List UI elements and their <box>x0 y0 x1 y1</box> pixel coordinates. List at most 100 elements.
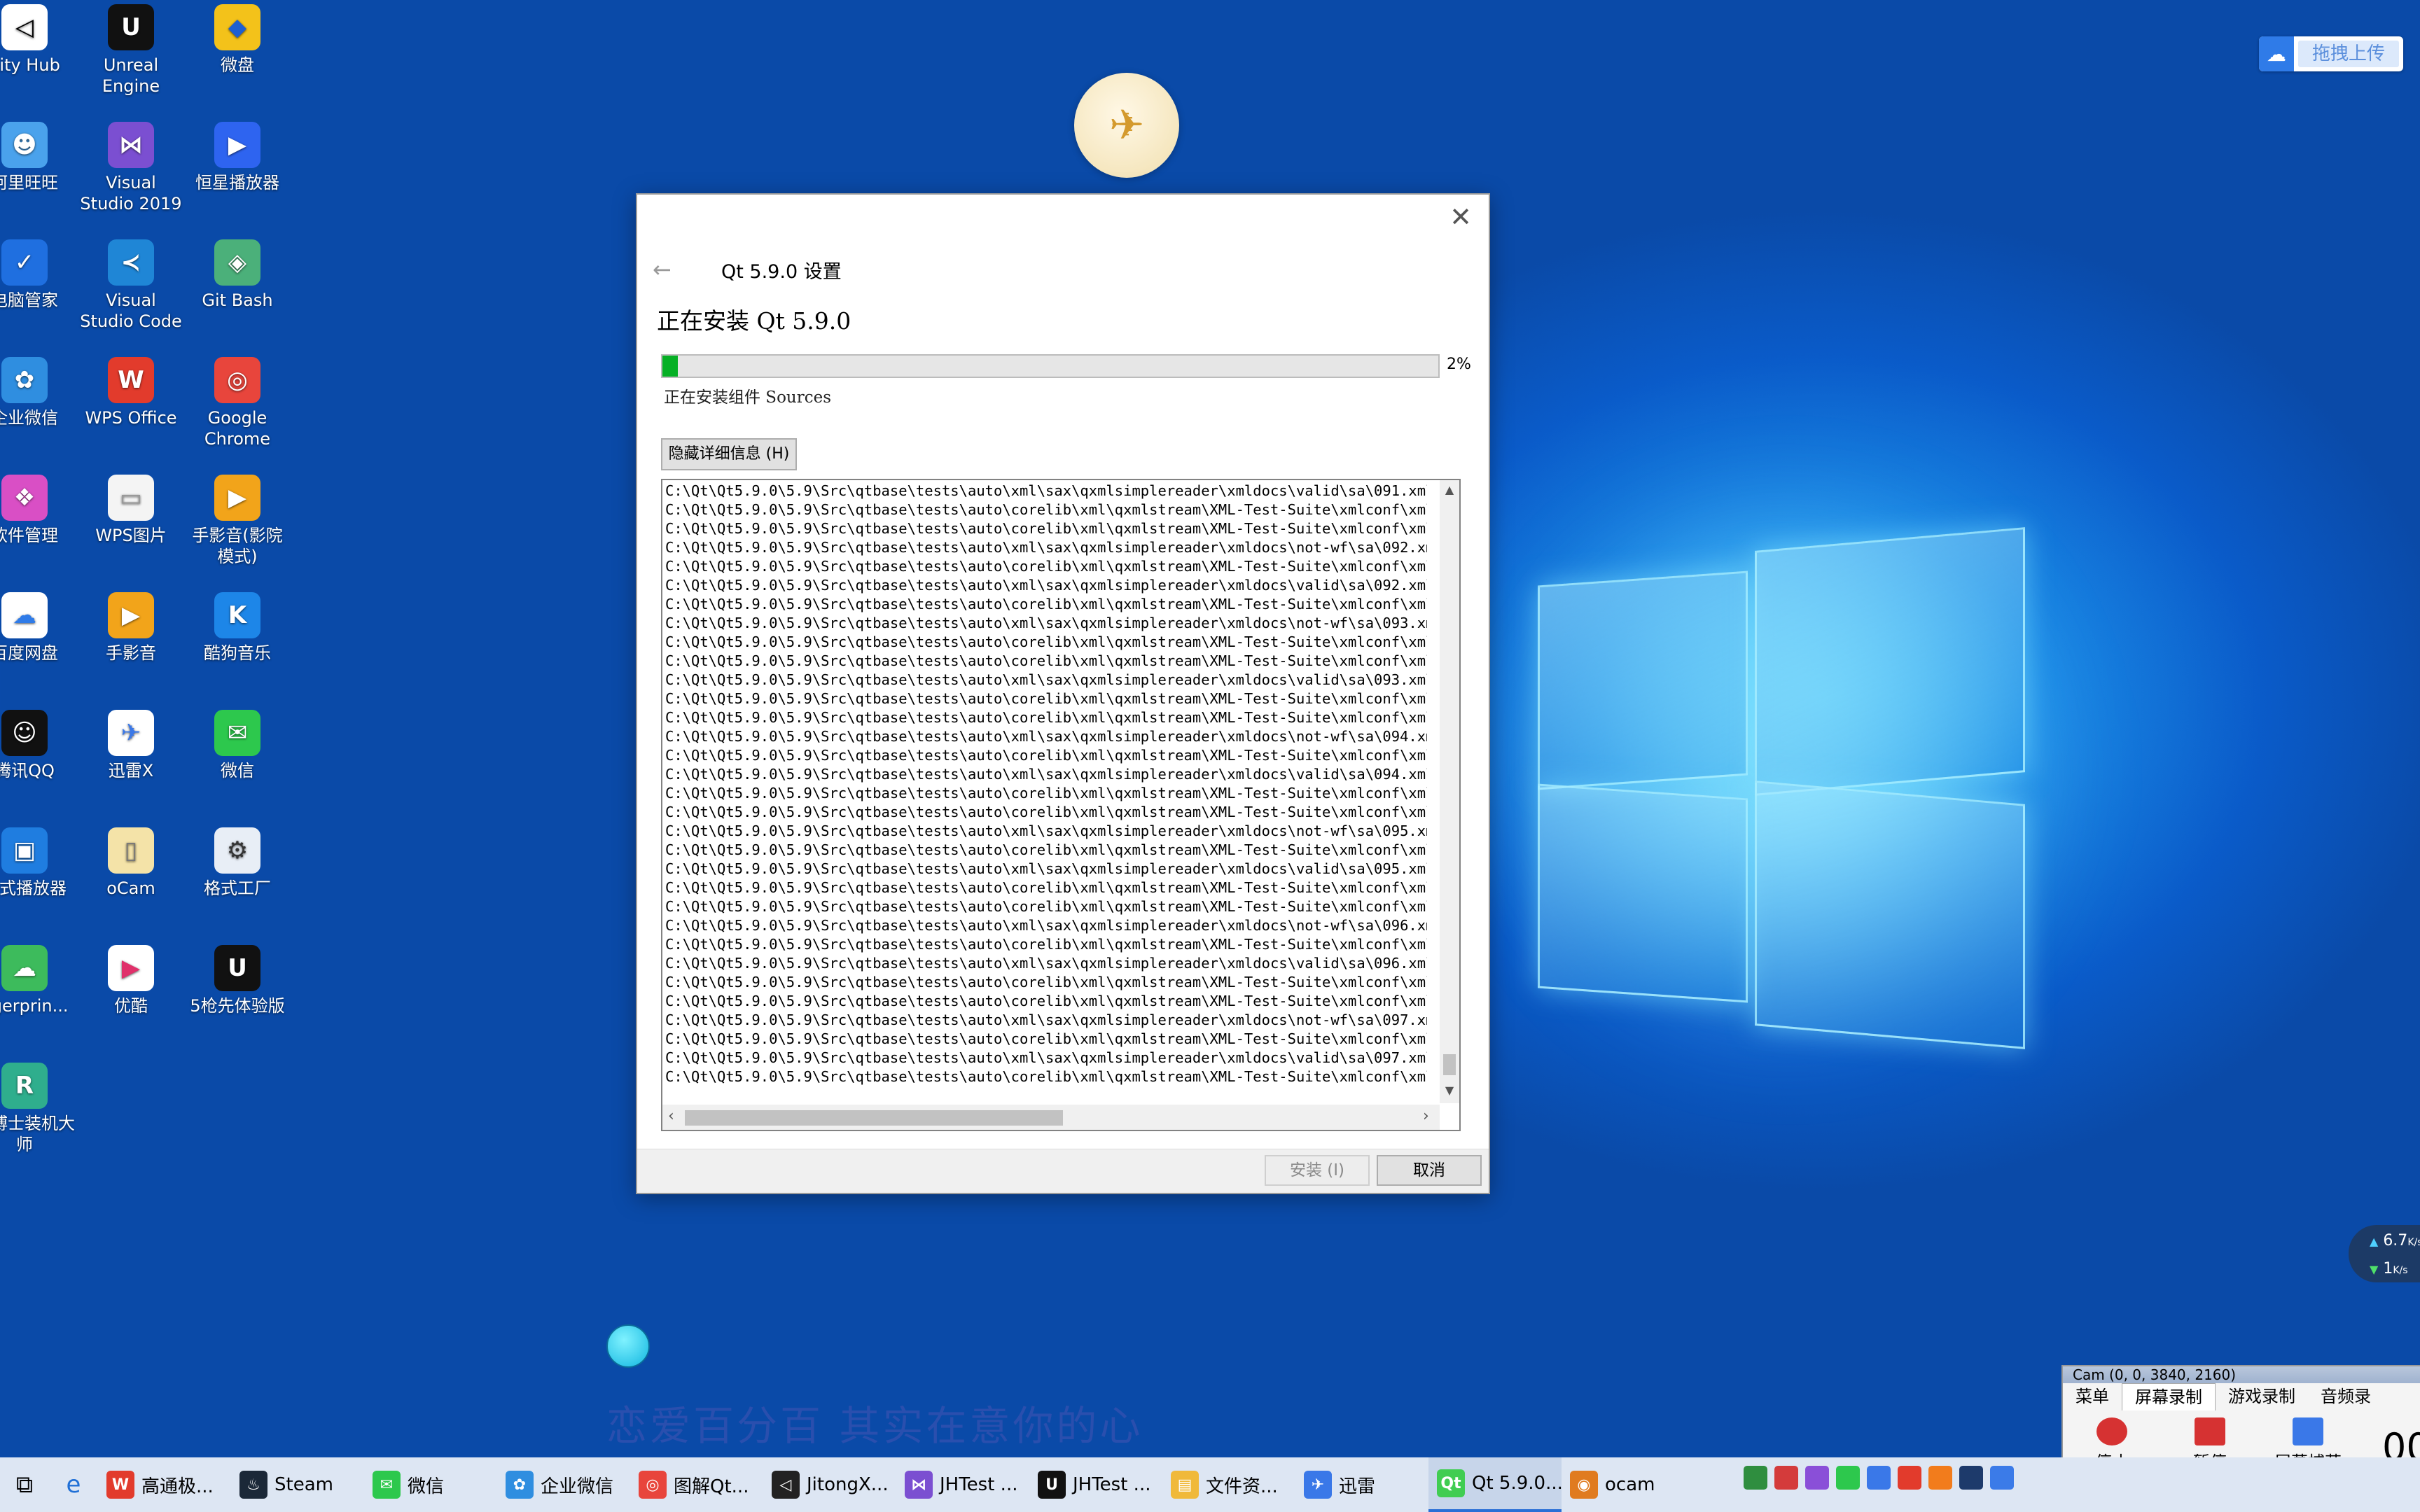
desktop-icon[interactable]: ▶ 手影音 <box>78 592 183 664</box>
horizontal-scrollbar[interactable]: ‹ › <box>662 1105 1440 1130</box>
ocam-icon: ▯ <box>108 827 154 874</box>
log-line: C:\Qt\Qt5.9.0\5.9\Src\qtbase\tests\auto\… <box>665 785 1427 802</box>
desktop-icon[interactable]: ▶ 手影音(影院模式) <box>185 475 290 567</box>
taskbar-button[interactable]: ✿ 企业微信 <box>497 1457 630 1512</box>
tray-icon[interactable] <box>1928 1466 1952 1490</box>
scrollbar-thumb[interactable] <box>1443 1054 1456 1075</box>
upload-label: 拖拽上传 <box>2298 41 2399 67</box>
desktop-icon[interactable]: ▭ WPS图片 <box>78 475 183 546</box>
log-line: C:\Qt\Qt5.9.0\5.9\Src\qtbase\tests\auto\… <box>665 539 1427 556</box>
desktop-icon-label: 格式工厂 <box>204 878 271 898</box>
desktop-icon[interactable]: ◎ Google Chrome <box>185 357 290 449</box>
desktop-icon[interactable]: ⋈ Visual Studio 2019 <box>78 122 183 214</box>
tray-icon[interactable] <box>1805 1466 1829 1490</box>
desktop-icon-label: WPS Office <box>85 408 177 428</box>
task-view-icon[interactable]: ⧉ <box>0 1457 49 1512</box>
wecom-icon: ✿ <box>506 1471 534 1499</box>
hide-details-button[interactable]: 隐藏详细信息 (H) <box>661 438 797 470</box>
download-speed-unit: K/s <box>2393 1265 2408 1276</box>
tray-icon[interactable] <box>1774 1466 1798 1490</box>
taskbar-button[interactable]: Qt Qt 5.9.0... <box>1428 1457 1562 1512</box>
wps-icon: W <box>108 357 154 403</box>
desktop-icon[interactable]: W WPS Office <box>78 357 183 428</box>
xunlei-icon: ✈ <box>1304 1471 1332 1499</box>
upload-speed: 6.7 <box>2383 1232 2408 1250</box>
tray-icon[interactable] <box>1744 1466 1767 1490</box>
ocam-tab[interactable]: 音频录 <box>2308 1383 2384 1410</box>
desktop-icon[interactable]: ❖ 软件管理 <box>0 475 77 546</box>
desktop-icon[interactable]: ✈ 迅雷X <box>78 710 183 781</box>
screen-capture-icon <box>2293 1417 2323 1446</box>
desktop-icon-label: oCam <box>106 878 155 898</box>
tray-icon[interactable] <box>1898 1466 1921 1490</box>
hscrollbar-thumb[interactable] <box>685 1110 1063 1126</box>
desktop-icon[interactable]: ✿ 企业微信 <box>0 357 77 428</box>
taskbar-button[interactable]: ▤ 文件资... <box>1162 1457 1295 1512</box>
edge-icon[interactable]: e <box>49 1457 98 1512</box>
tray-icon[interactable] <box>1867 1466 1891 1490</box>
cancel-button[interactable]: 取消 <box>1377 1155 1482 1186</box>
desktop-icon[interactable]: ▣ 格式播放器 <box>0 827 77 899</box>
vertical-scrollbar[interactable]: ▲ ▼ <box>1440 480 1459 1103</box>
scroll-down-icon[interactable]: ▼ <box>1440 1084 1459 1097</box>
scroll-right-icon[interactable]: › <box>1423 1107 1429 1125</box>
desktop-icon[interactable]: ✉ 微信 <box>185 710 290 781</box>
taskbar-button[interactable]: ✉ 微信 <box>364 1457 497 1512</box>
desktop-icon[interactable]: K 酷狗音乐 <box>185 592 290 664</box>
ocam-tab[interactable]: 菜单 <box>2063 1383 2122 1410</box>
desktop-icon[interactable]: ▯ oCam <box>78 827 183 899</box>
install-button[interactable]: 安装 (I) <box>1265 1155 1370 1186</box>
log-line: C:\Qt\Qt5.9.0\5.9\Src\qtbase\tests\auto\… <box>665 1030 1427 1047</box>
vip-bird-icon[interactable]: ✈ <box>1074 73 1179 178</box>
log-line: C:\Qt\Qt5.9.0\5.9\Src\qtbase\tests\auto\… <box>665 974 1427 990</box>
desktop-icon[interactable]: ☁ 百度网盘 <box>0 592 77 664</box>
desktop-icon-label: Google Chrome <box>204 408 271 449</box>
desktop-icon-label: Unreal Engine <box>102 55 160 96</box>
desktop-icon[interactable]: ☺ 腾讯QQ <box>0 710 77 781</box>
desktop-icon[interactable]: R 韩博士装机大师 <box>0 1063 77 1155</box>
desktop-icon[interactable]: ◁ nity Hub <box>0 4 77 76</box>
scroll-left-icon[interactable]: ‹ <box>668 1107 674 1125</box>
taskbar-button[interactable]: ♨ Steam <box>231 1457 364 1512</box>
taskbar-button[interactable]: W 高通极... <box>98 1457 231 1512</box>
desktop-icon[interactable]: U 5枪先体验版 <box>185 945 290 1016</box>
log-line: C:\Qt\Qt5.9.0\5.9\Src\qtbase\tests\auto\… <box>665 841 1427 858</box>
desktop-icon[interactable]: ☁ ngerprin... <box>0 945 77 1016</box>
chrome-icon: ◎ <box>214 357 260 403</box>
taskbar-button[interactable]: ⋈ JHTest ... <box>896 1457 1029 1512</box>
taskbar-button[interactable]: ◁ JitongX... <box>763 1457 896 1512</box>
install-log[interactable]: C:\Qt\Qt5.9.0\5.9\Src\qtbase\tests\auto\… <box>661 479 1461 1131</box>
desktop-icon[interactable]: U Unreal Engine <box>78 4 183 97</box>
desktop-icon-label: nity Hub <box>0 55 60 75</box>
taskbar-button[interactable]: ✈ 迅雷 <box>1295 1457 1428 1512</box>
desktop-icon[interactable]: ⚙ 格式工厂 <box>185 827 290 899</box>
back-arrow-icon[interactable]: ← <box>653 256 672 283</box>
tray-icon[interactable] <box>1959 1466 1983 1490</box>
log-line: C:\Qt\Qt5.9.0\5.9\Src\qtbase\tests\auto\… <box>665 936 1427 953</box>
desktop-icon[interactable]: ▶ 恒星播放器 <box>185 122 290 193</box>
tray-icon[interactable] <box>1990 1466 2014 1490</box>
desktop-icon[interactable]: ≺ Visual Studio Code <box>78 239 183 332</box>
taskbar-button[interactable]: ◉ ocam <box>1562 1457 1695 1512</box>
video-app-icon: ▶ <box>214 475 260 521</box>
desktop-icon[interactable]: ▶ 优酷 <box>78 945 183 1016</box>
ocam-tab[interactable]: 游戏录制 <box>2216 1383 2308 1410</box>
wallpaper-window-pane <box>1755 527 2025 796</box>
scroll-up-icon[interactable]: ▲ <box>1440 483 1459 496</box>
upload-widget[interactable]: ☁ 拖拽上传 <box>2259 36 2403 71</box>
ocam-tab[interactable]: 屏幕录制 <box>2122 1382 2216 1410</box>
taskbar-button[interactable]: ◎ 图解Qt... <box>630 1457 763 1512</box>
taskbar-button[interactable]: U JHTest ... <box>1029 1457 1162 1512</box>
desktop-icon[interactable]: ◆ 微盘 <box>185 4 290 76</box>
unity-icon: ◁ <box>1 4 48 50</box>
desktop-icon[interactable]: ◈ Git Bash <box>185 239 290 311</box>
taskbar-button-label: 企业微信 <box>541 1476 614 1497</box>
network-speed-widget[interactable]: ▲ 6.7K/s ▼ 1K/s <box>2349 1225 2420 1282</box>
close-icon[interactable]: ✕ <box>1445 202 1476 232</box>
log-line: C:\Qt\Qt5.9.0\5.9\Src\qtbase\tests\auto\… <box>665 1068 1427 1085</box>
taskbar-button-label: Qt 5.9.0... <box>1472 1473 1562 1494</box>
desktop-icon[interactable]: ☻ 阿里旺旺 <box>0 122 77 193</box>
tray-icon[interactable] <box>1836 1466 1860 1490</box>
desktop-icon[interactable]: ✓ 电脑管家 <box>0 239 77 311</box>
unity-icon: ◁ <box>772 1471 800 1499</box>
